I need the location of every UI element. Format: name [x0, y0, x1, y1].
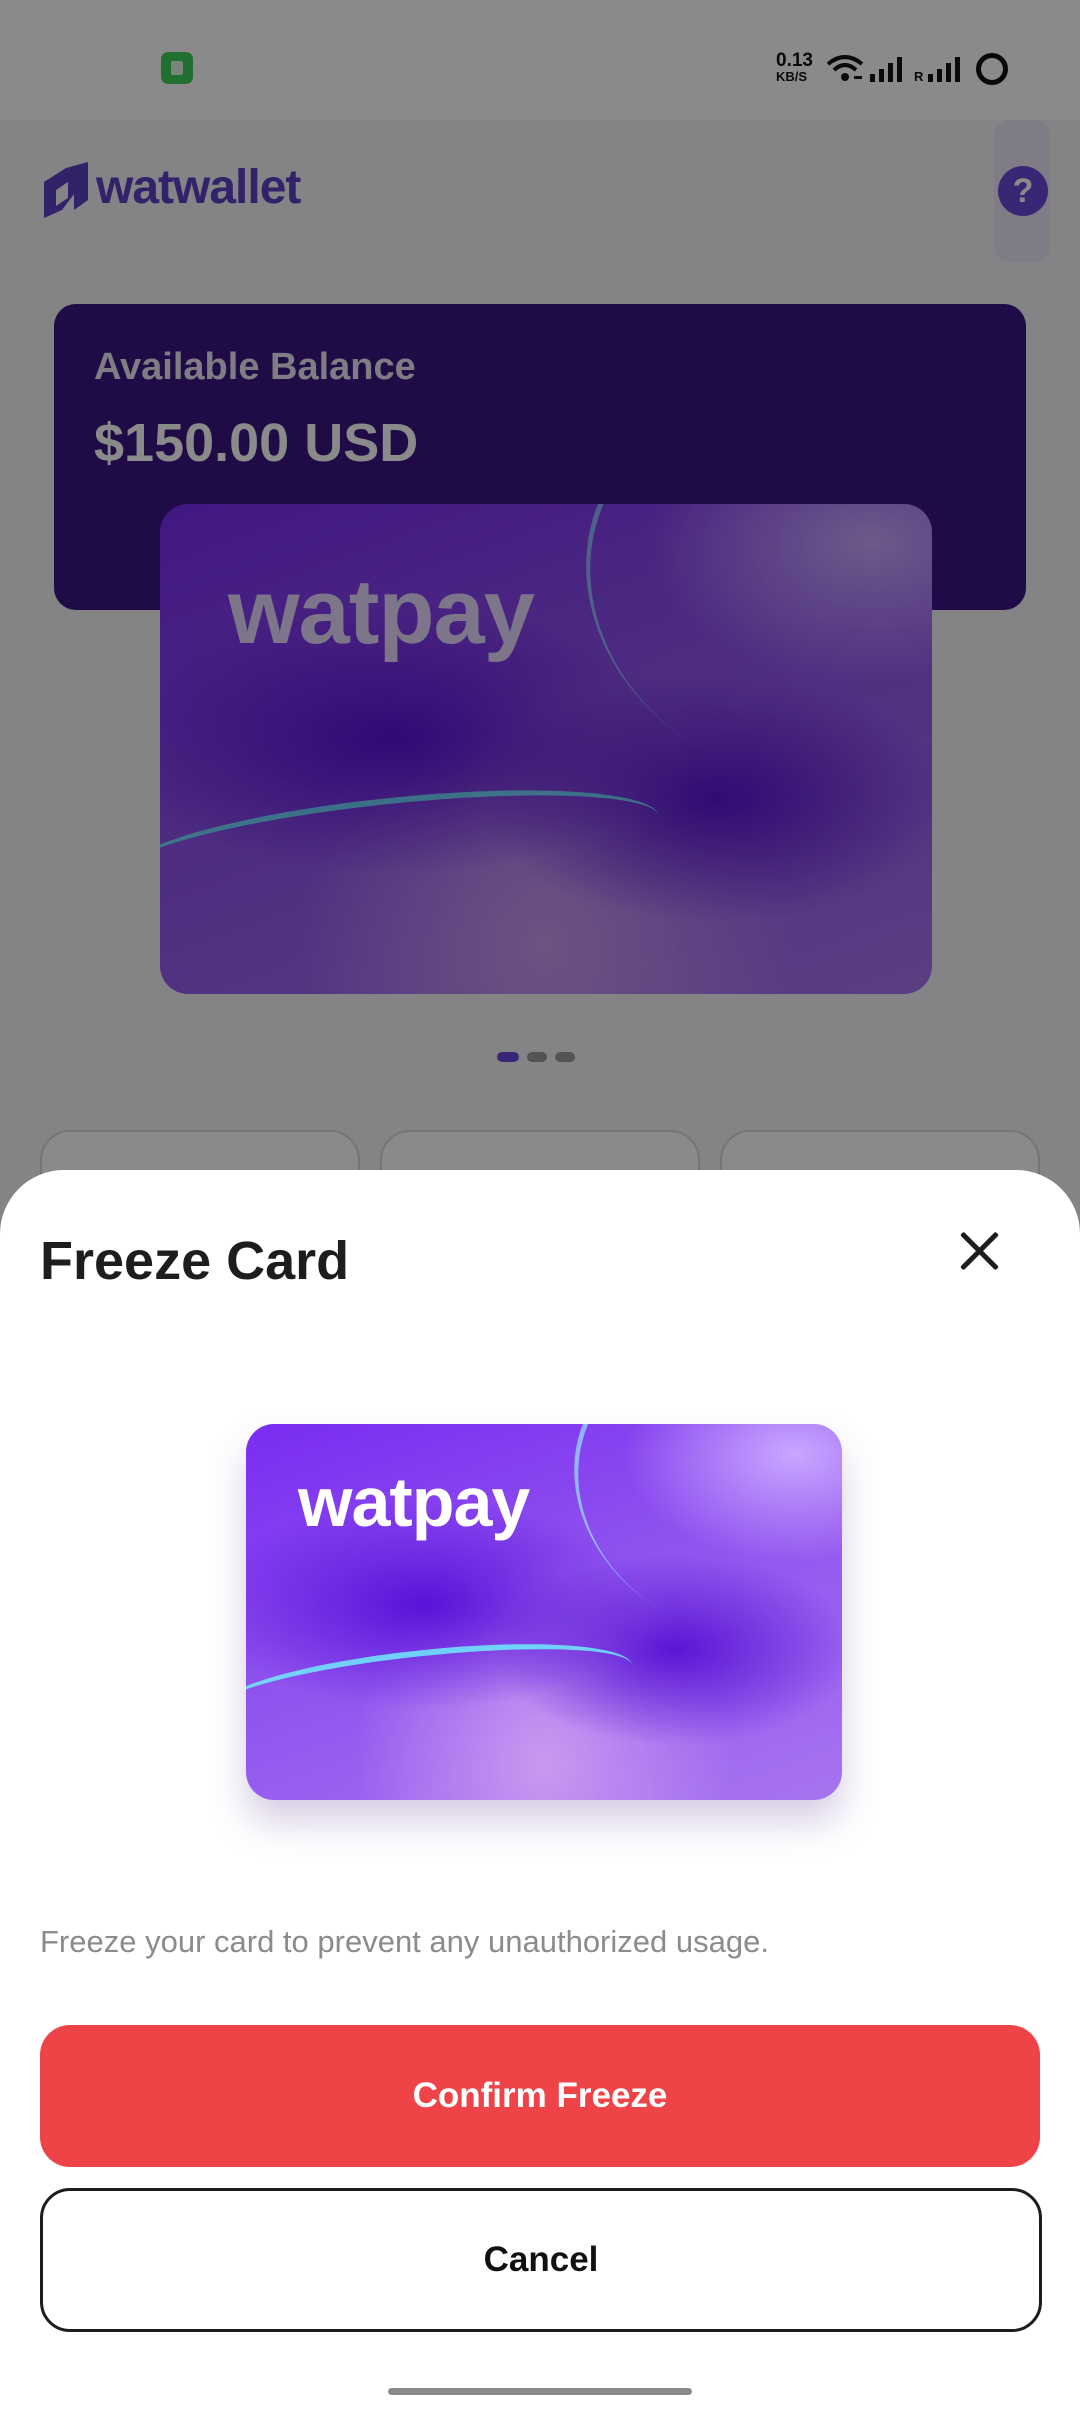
freeze-card-sheet: Freeze Card watpay Freeze your card to p… [0, 1170, 1080, 2412]
close-icon[interactable] [946, 1218, 1012, 1284]
freeze-description: Freeze your card to prevent any unauthor… [40, 1924, 769, 1959]
confirm-freeze-button[interactable]: Confirm Freeze [40, 2025, 1040, 2167]
card-preview-brand-text: watpay [298, 1463, 530, 1541]
sheet-title: Freeze Card [40, 1231, 350, 1291]
home-indicator[interactable] [388, 2388, 692, 2395]
card-preview-image: watpay [246, 1424, 842, 1800]
cancel-button[interactable]: Cancel [40, 2188, 1042, 2332]
